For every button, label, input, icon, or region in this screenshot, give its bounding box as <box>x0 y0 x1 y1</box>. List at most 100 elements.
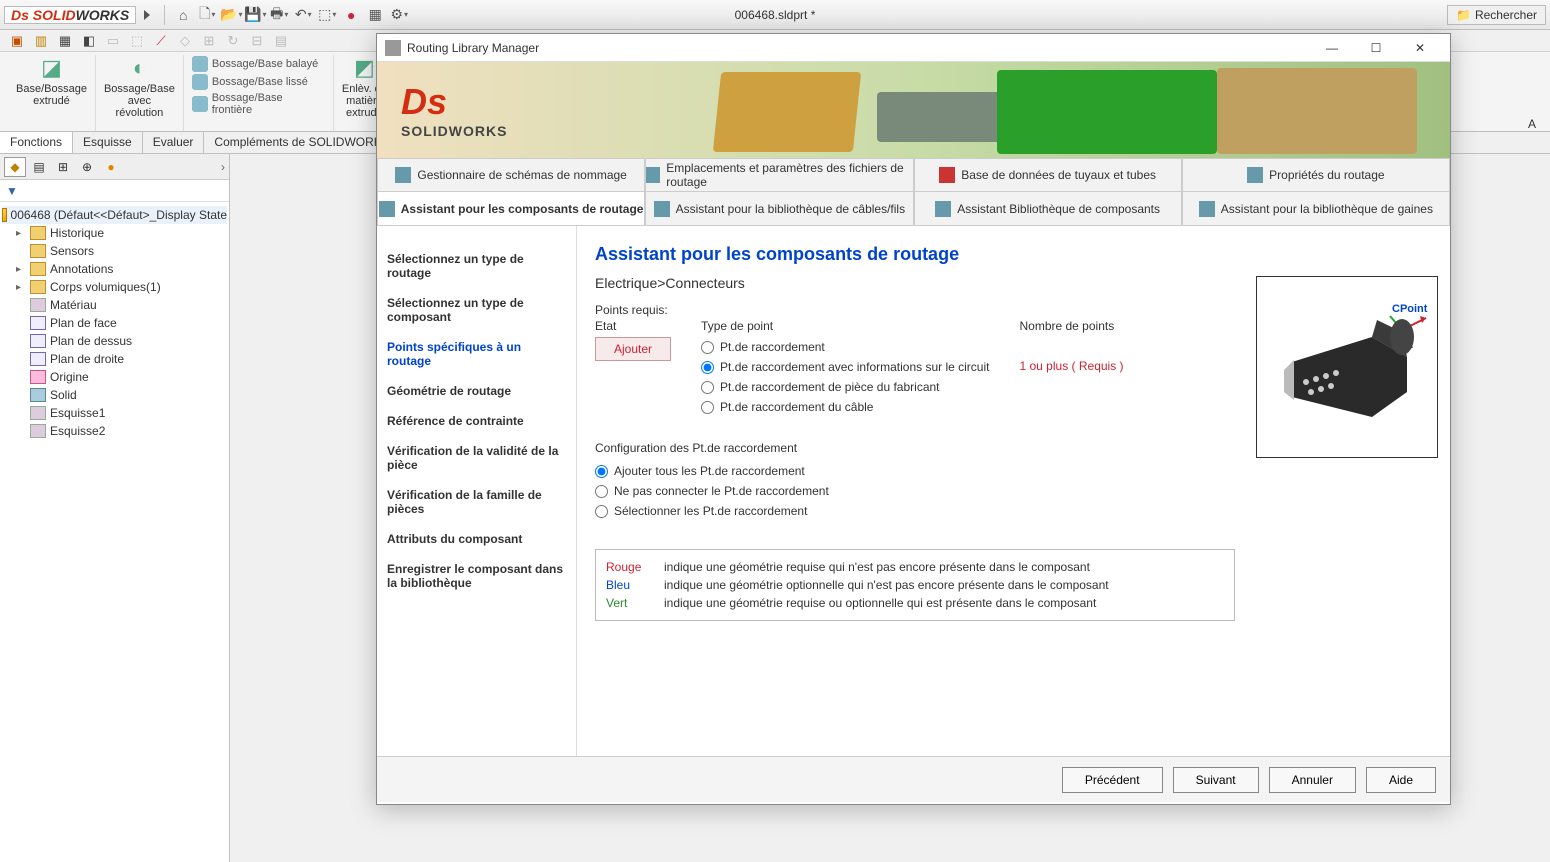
point-type-option[interactable]: Pt.de raccordement de pièce du fabricant <box>701 377 989 397</box>
tab-esquisse[interactable]: Esquisse <box>73 132 143 153</box>
radio-input[interactable] <box>595 505 608 518</box>
expand-icon[interactable]: ▸ <box>16 264 26 275</box>
tree-item[interactable]: ▸Historique <box>2 224 227 242</box>
feature-tree-tab[interactable]: ◆ <box>4 157 26 177</box>
close-button[interactable]: ✕ <box>1398 35 1442 61</box>
tree-item-icon <box>30 406 46 420</box>
search-button[interactable]: 📁 Rechercher <box>1447 5 1546 25</box>
tree-item[interactable]: Sensors <box>2 242 227 260</box>
tab-conduit-library-wizard[interactable]: Assistant pour la bibliothèque de gaines <box>1182 192 1450 226</box>
ribbon-extrude[interactable]: ◪ Base/Bossage extrudé <box>8 55 96 131</box>
next-button[interactable]: Suivant <box>1173 767 1259 793</box>
cancel-button[interactable]: Annuler <box>1269 767 1356 793</box>
tab-cable-library-wizard[interactable]: Assistant pour la bibliothèque de câbles… <box>645 192 913 226</box>
tab-component-library-wizard[interactable]: Assistant Bibliothèque de composants <box>914 192 1182 226</box>
component-wiz-icon <box>379 201 395 217</box>
custom-props-icon[interactable]: ◧ <box>80 32 98 50</box>
tool-icon-5[interactable]: ↻ <box>224 32 242 50</box>
ribbon-sweep[interactable]: Bossage/Base balayé <box>192 55 318 73</box>
radio-input[interactable] <box>595 465 608 478</box>
task-pane-icon[interactable]: ▣ <box>8 32 26 50</box>
tab-routing-component-wizard[interactable]: Assistant pour les composants de routage <box>377 192 645 226</box>
radio-input[interactable] <box>701 341 714 354</box>
tab-file-locations[interactable]: Emplacements et paramètres des fichiers … <box>645 158 913 192</box>
save-icon[interactable]: 💾▾ <box>246 6 264 24</box>
expand-icon[interactable]: ▸ <box>16 228 26 239</box>
tree-item[interactable]: Plan de droite <box>2 350 227 368</box>
tab-evaluer[interactable]: Evaluer <box>143 132 205 153</box>
select-icon[interactable]: ⬚▾ <box>318 6 336 24</box>
ribbon-revolve[interactable]: ◐ Bossage/Base avec révolution <box>96 55 184 131</box>
prop-manager-tab[interactable]: ▤ <box>28 157 50 177</box>
tool-icon-2[interactable]: ⬚ <box>128 32 146 50</box>
options-icon[interactable]: ▦ <box>366 6 384 24</box>
measure-icon[interactable]: ⟋ <box>152 32 170 50</box>
config-option[interactable]: Sélectionner les Pt.de raccordement <box>595 501 1432 521</box>
tab-routing-props[interactable]: Propriétés du routage <box>1182 158 1450 192</box>
tool-icon-1[interactable]: ▭ <box>104 32 122 50</box>
tree-item[interactable]: Origine <box>2 368 227 386</box>
menu-expand-icon[interactable] <box>144 10 150 20</box>
settings-icon[interactable]: ⚙▾ <box>390 6 408 24</box>
prev-button[interactable]: Précédent <box>1062 767 1163 793</box>
wizard-step[interactable]: Géométrie de routage <box>385 376 568 406</box>
point-type-option[interactable]: Pt.de raccordement <box>701 337 989 357</box>
radio-label: Sélectionner les Pt.de raccordement <box>614 504 807 518</box>
feature-tree: 006468 (Défaut<<Défaut>_Display State ▸H… <box>0 202 229 444</box>
radio-input[interactable] <box>701 401 714 414</box>
wizard-step[interactable]: Sélectionnez un type de composant <box>385 288 568 332</box>
tool-icon-7[interactable]: ▤ <box>272 32 290 50</box>
tree-item[interactable]: ▸Corps volumiques(1) <box>2 278 227 296</box>
tree-root[interactable]: 006468 (Défaut<<Défaut>_Display State <box>2 206 227 224</box>
tree-item[interactable]: Plan de face <box>2 314 227 332</box>
wizard-step[interactable]: Points spécifiques à un routage <box>385 332 568 376</box>
tab-fonctions[interactable]: Fonctions <box>0 132 73 153</box>
ribbon-loft[interactable]: Bossage/Base lissé <box>192 73 308 91</box>
point-type-option[interactable]: Pt.de raccordement du câble <box>701 397 989 417</box>
appearances-icon[interactable]: ▦ <box>56 32 74 50</box>
point-type-option[interactable]: Pt.de raccordement avec informations sur… <box>701 357 989 377</box>
radio-input[interactable] <box>701 381 714 394</box>
maximize-button[interactable]: ☐ <box>1354 35 1398 61</box>
wizard-step[interactable]: Sélectionnez un type de routage <box>385 244 568 288</box>
minimize-button[interactable]: — <box>1310 35 1354 61</box>
radio-input[interactable] <box>595 485 608 498</box>
rebuild-icon[interactable]: ● <box>342 6 360 24</box>
tree-item[interactable]: Esquisse1 <box>2 404 227 422</box>
tool-icon-6[interactable]: ⊟ <box>248 32 266 50</box>
design-lib-icon[interactable]: ▥ <box>32 32 50 50</box>
tree-item[interactable]: Plan de dessus <box>2 332 227 350</box>
help-button[interactable]: Aide <box>1366 767 1436 793</box>
wizard-step[interactable]: Enregistrer le composant dans la bibliot… <box>385 554 568 598</box>
print-icon[interactable]: 🖶▾ <box>270 6 288 24</box>
undo-icon[interactable]: ↶▾ <box>294 6 312 24</box>
wizard-step[interactable]: Référence de contrainte <box>385 406 568 436</box>
tool-icon-3[interactable]: ◇ <box>176 32 194 50</box>
feature-filter[interactable]: ▼ <box>0 180 229 202</box>
config-option[interactable]: Ajouter tous les Pt.de raccordement <box>595 461 1432 481</box>
wizard-step[interactable]: Vérification de la validité de la pièce <box>385 436 568 480</box>
tree-item[interactable]: Matériau <box>2 296 227 314</box>
tree-item[interactable]: Solid <box>2 386 227 404</box>
radio-input[interactable] <box>701 361 714 374</box>
home-icon[interactable]: ⌂ <box>174 6 192 24</box>
new-file-icon[interactable]: 🗋▾ <box>198 6 216 24</box>
tab-pipe-db[interactable]: Base de données de tuyaux et tubes <box>914 158 1182 192</box>
tool-icon-4[interactable]: ⊞ <box>200 32 218 50</box>
dim-manager-tab[interactable]: ⊕ <box>76 157 98 177</box>
wizard-step[interactable]: Attributs du composant <box>385 524 568 554</box>
tree-item[interactable]: Esquisse2 <box>2 422 227 440</box>
tab-naming-schemes[interactable]: Gestionnaire de schémas de nommage <box>377 158 645 192</box>
add-button[interactable]: Ajouter <box>595 337 671 361</box>
tree-item[interactable]: ▸Annotations <box>2 260 227 278</box>
display-manager-tab[interactable]: ● <box>100 157 122 177</box>
wizard-step[interactable]: Vérification de la famille de pièces <box>385 480 568 524</box>
ribbon-boundary[interactable]: Bossage/Base frontière <box>192 91 325 117</box>
main-menubar: Ds SOLIDWORKS ⌂ 🗋▾ 📂▾ 💾▾ 🖶▾ ↶▾ ⬚▾ ● ▦ ⚙▾… <box>0 0 1550 30</box>
panel-expand-icon[interactable]: › <box>221 160 225 174</box>
expand-icon[interactable]: ▸ <box>16 282 26 293</box>
open-file-icon[interactable]: 📂▾ <box>222 6 240 24</box>
config-option[interactable]: Ne pas connecter le Pt.de raccordement <box>595 481 1432 501</box>
config-manager-tab[interactable]: ⊞ <box>52 157 74 177</box>
tab-complements[interactable]: Compléments de SOLIDWORKS <box>204 132 400 153</box>
